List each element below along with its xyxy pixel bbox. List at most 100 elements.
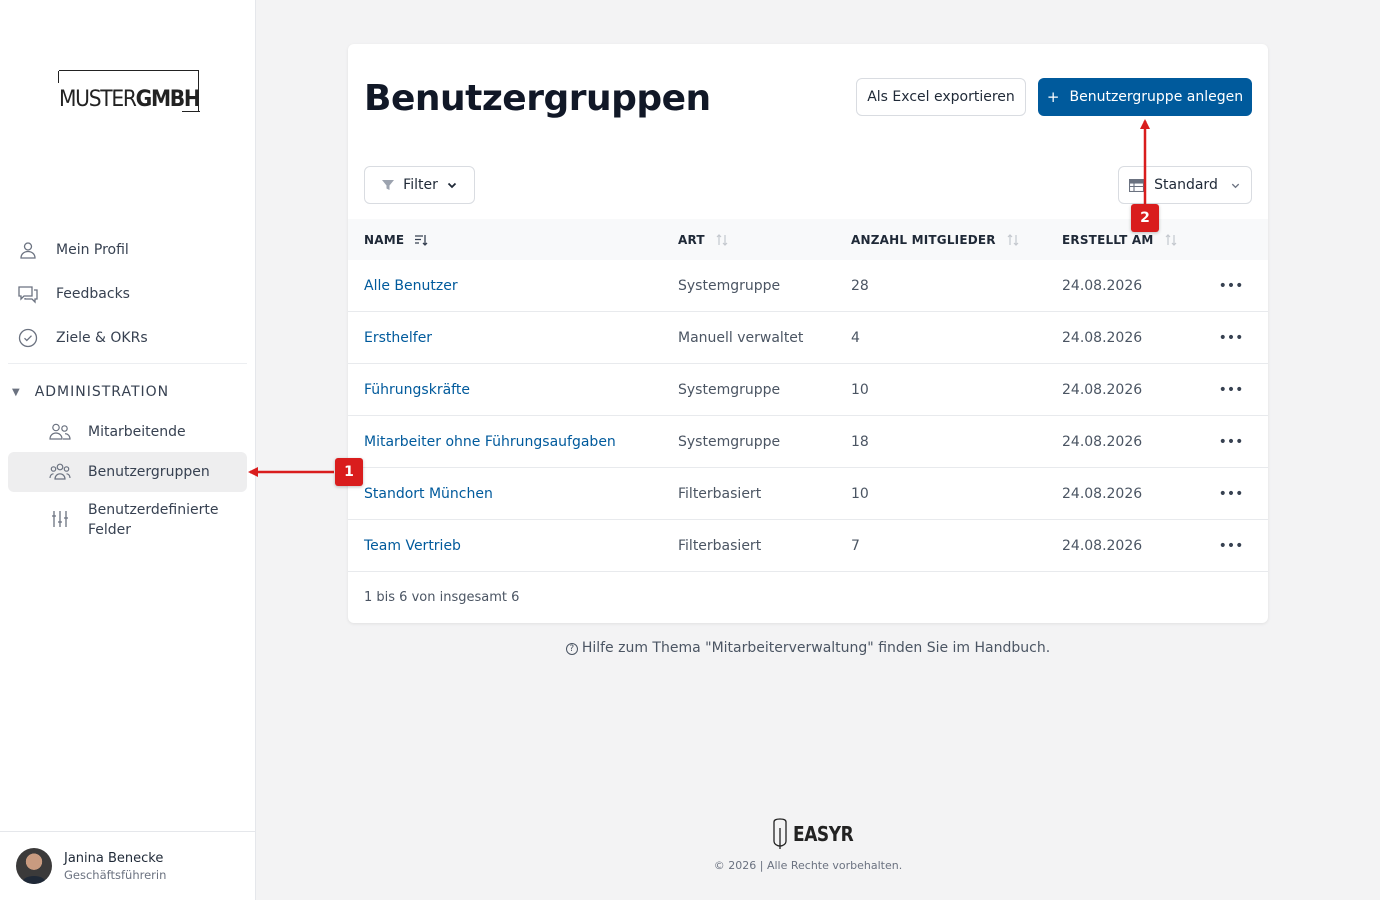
copyright: © 2026 | Alle Rechte vorbehalten.	[713, 859, 903, 872]
column-header-anzahl[interactable]: ANZAHL MITGLIEDER	[851, 219, 1020, 260]
table-view-icon	[1129, 178, 1145, 192]
group-type: Filterbasiert	[678, 538, 762, 554]
table-row: Team Vertrieb Filterbasiert 7 24.08.2026…	[348, 520, 1268, 572]
sidebar-item-label: Mein Profil	[56, 242, 129, 258]
table-header: NAME ART ANZAHL MITGLIEDER ERSTELLT AM	[348, 219, 1268, 260]
table-row: Alle Benutzer Systemgruppe 28 24.08.2026…	[348, 260, 1268, 312]
divider	[8, 363, 247, 364]
user-role: Geschäftsführerin	[64, 867, 167, 882]
question-icon: ?	[565, 643, 578, 655]
more-options-icon[interactable]: •••	[1216, 468, 1246, 520]
chevron-down-icon	[446, 179, 458, 191]
group-name-link[interactable]: Ersthelfer	[364, 312, 432, 364]
plus-icon: +	[1046, 88, 1060, 106]
main-card: Benutzergruppen Als Excel exportieren + …	[348, 44, 1268, 623]
sort-active-icon	[414, 233, 428, 247]
help-text[interactable]: ? Hilfe zum Thema "Mitarbeiterverwaltung"…	[348, 640, 1268, 656]
column-header-label: ANZAHL MITGLIEDER	[851, 232, 996, 247]
column-header-art[interactable]: ART	[678, 219, 729, 260]
group-type: Filterbasiert	[678, 486, 762, 502]
column-header-label: ERSTELLT AM	[1062, 232, 1154, 247]
more-options-icon[interactable]: •••	[1216, 520, 1246, 572]
brand-logo: EASYR	[771, 818, 864, 850]
user-name: Janina Benecke	[64, 850, 164, 866]
sort-icon	[1006, 233, 1020, 247]
table-row: Mitarbeiter ohne Führungsaufgaben System…	[348, 416, 1268, 468]
filter-icon	[381, 178, 395, 192]
filter-button[interactable]: Filter	[364, 166, 475, 204]
brand-mark-icon	[773, 818, 787, 849]
more-options-icon[interactable]: •••	[1216, 416, 1246, 468]
sidebar-item-ziele-okrs[interactable]: Ziele & OKRs	[8, 318, 247, 358]
column-header-name[interactable]: NAME	[364, 219, 428, 260]
member-count: 7	[851, 538, 860, 554]
group-name-link[interactable]: Mitarbeiter ohne Führungsaufgaben	[364, 416, 616, 468]
avatar[interactable]	[16, 848, 52, 884]
created-date: 24.08.2026	[1062, 330, 1143, 346]
member-count: 18	[851, 434, 869, 450]
table-row: Führungskräfte Systemgruppe 10 24.08.202…	[348, 364, 1268, 416]
user-icon	[17, 239, 39, 261]
sidebar-item-benutzerdefinierte-felder[interactable]: Benutzerdefinierte Felder	[8, 500, 247, 544]
more-options-icon[interactable]: •••	[1216, 260, 1246, 312]
group-name-link[interactable]: Führungskräfte	[364, 364, 470, 416]
group-name-link[interactable]: Standort München	[364, 468, 493, 520]
member-count: 10	[851, 486, 869, 502]
column-header-label: ART	[678, 232, 705, 247]
group-name-link[interactable]: Team Vertrieb	[364, 520, 461, 572]
chat-icon	[17, 283, 39, 305]
brand-name: EASYR	[793, 822, 854, 846]
chevron-down-icon	[1230, 180, 1241, 191]
pagination-info: 1 bis 6 von insgesamt 6	[364, 590, 520, 605]
create-group-button[interactable]: + Benutzergruppe anlegen	[1038, 78, 1252, 116]
user-info: Janina Benecke Geschäftsführerin	[64, 851, 166, 882]
sliders-icon	[49, 508, 71, 530]
sidebar-item-benutzergruppen[interactable]: Benutzergruppen	[8, 452, 247, 492]
users-icon	[49, 421, 71, 443]
sort-icon	[1164, 233, 1178, 247]
help-label: Hilfe zum Thema "Mitarbeiterverwaltung" …	[581, 640, 1051, 656]
created-date: 24.08.2026	[1062, 486, 1143, 502]
sidebar-item-label: Feedbacks	[56, 286, 130, 302]
column-header-erstellt[interactable]: ERSTELLT AM	[1062, 219, 1178, 260]
group-name-link[interactable]: Alle Benutzer	[364, 260, 458, 312]
sidebar-item-label: Benutzergruppen	[88, 464, 210, 480]
view-select[interactable]: Standard	[1118, 166, 1252, 204]
caret-down-icon: ▼	[12, 386, 21, 398]
more-options-icon[interactable]: •••	[1216, 364, 1246, 416]
sort-icon	[715, 233, 729, 247]
sidebar-item-label-line1: Benutzerdefinierte	[88, 502, 219, 518]
column-header-label: NAME	[364, 232, 405, 247]
filter-label: Filter	[403, 177, 438, 193]
export-excel-button[interactable]: Als Excel exportieren	[856, 78, 1026, 116]
page-title: Benutzergruppen	[364, 78, 711, 119]
created-date: 24.08.2026	[1062, 434, 1143, 450]
check-circle-icon	[17, 327, 39, 349]
logo-text: MUSTERGMBH	[59, 87, 201, 112]
company-logo[interactable]: MUSTERGMBH	[57, 70, 201, 112]
sidebar-item-label: Mitarbeitende	[88, 424, 186, 440]
group-type: Systemgruppe	[678, 382, 781, 398]
sidebar-item-label-multiline: Benutzerdefinierte Felder	[88, 500, 218, 540]
created-date: 24.08.2026	[1062, 278, 1143, 294]
more-options-icon[interactable]: •••	[1216, 312, 1246, 364]
sidebar-item-label-line2: Felder	[88, 522, 132, 538]
created-date: 24.08.2026	[1062, 538, 1143, 554]
annotation-badge-1: 1	[335, 458, 363, 486]
user-profile[interactable]: Janina Benecke Geschäftsführerin	[0, 831, 256, 900]
sidebar-item-label: Ziele & OKRs	[56, 330, 148, 346]
sidebar-item-mein-profil[interactable]: Mein Profil	[8, 230, 247, 270]
member-count: 4	[851, 330, 860, 346]
group-type: Manuell verwaltet	[678, 330, 804, 346]
group-type: Systemgruppe	[678, 278, 781, 294]
user-group-icon	[49, 461, 71, 483]
sidebar-item-feedbacks[interactable]: Feedbacks	[8, 274, 247, 314]
created-date: 24.08.2026	[1062, 382, 1143, 398]
sidebar-item-mitarbeitende[interactable]: Mitarbeitende	[8, 412, 247, 452]
admin-section-header[interactable]: ▼ ADMINISTRATION	[12, 384, 169, 400]
create-group-label: Benutzergruppe anlegen	[1069, 89, 1244, 105]
view-label: Standard	[1154, 177, 1218, 193]
member-count: 10	[851, 382, 869, 398]
admin-section-label: ADMINISTRATION	[34, 384, 170, 400]
table-row: Ersthelfer Manuell verwaltet 4 24.08.202…	[348, 312, 1268, 364]
